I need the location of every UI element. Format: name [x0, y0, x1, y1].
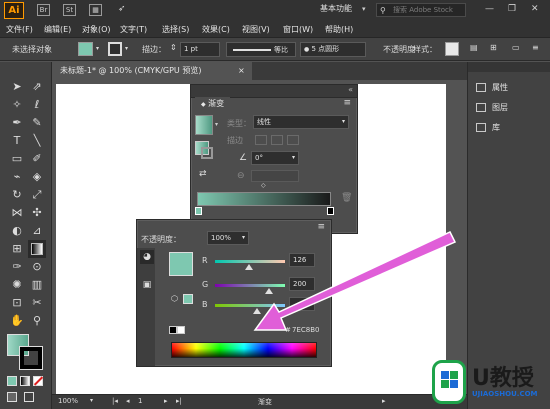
arrow-icon [253, 231, 457, 331]
callout-arrow-shape [253, 231, 457, 331]
brand-name: U教授 [472, 366, 534, 391]
brand-shield-icon [432, 360, 466, 404]
brand-url: UJIAOSHOU.COM [472, 390, 538, 398]
watermark: U教授 UJIAOSHOU.COM [428, 358, 550, 409]
